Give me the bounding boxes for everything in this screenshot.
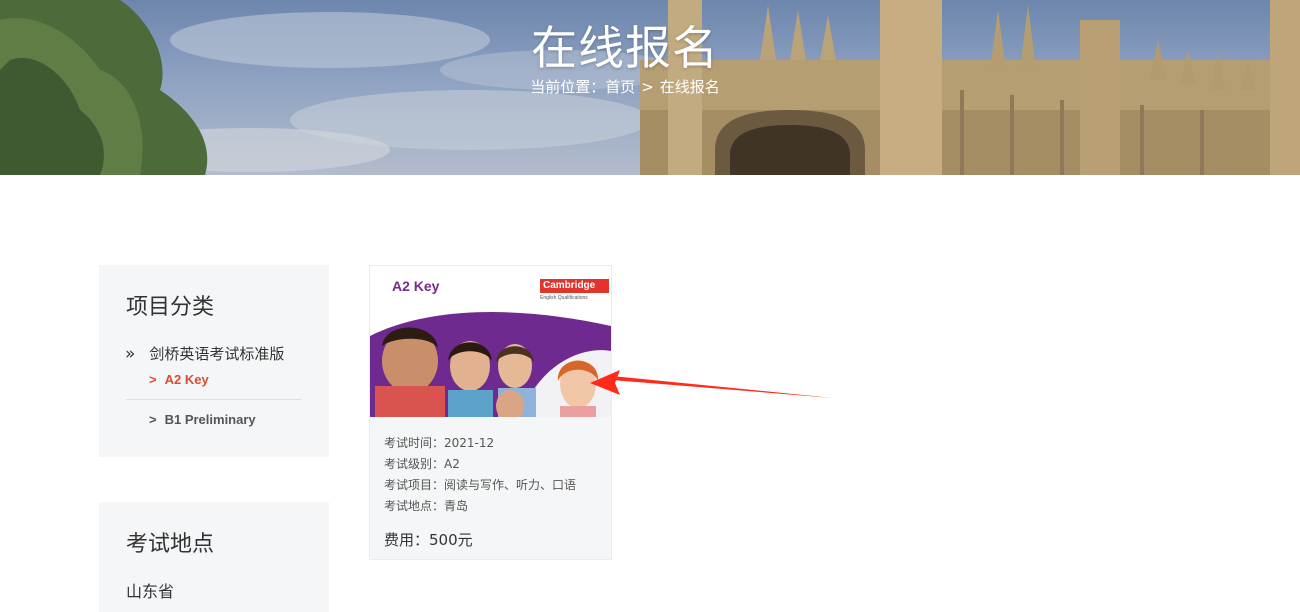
category-panel-title: 项目分类: [126, 295, 215, 320]
info-value: 青岛: [444, 499, 469, 513]
chevron-right-icon: >: [149, 372, 157, 387]
double-chevron-right-icon: »: [125, 343, 136, 364]
exam-card[interactable]: A2 Key Cambridge English Qualifications …: [369, 265, 612, 560]
info-label: 考试项目：: [384, 478, 445, 492]
info-value: A2: [444, 457, 460, 471]
exam-info-list: 考试时间：2021-12 考试级别：A2 考试项目：阅读与写作、听力、口语 考试…: [384, 433, 576, 517]
fee-value: 500元: [429, 531, 473, 549]
category-parent-item[interactable]: » 剑桥英语考试标准版: [125, 343, 284, 364]
info-label: 考试时间：: [384, 436, 445, 450]
category-item-a2-key[interactable]: > A2 Key: [149, 372, 209, 387]
breadcrumb: 当前位置：首页 > 在线报名: [0, 76, 1250, 97]
info-value: 2021-12: [444, 436, 495, 450]
category-panel: 项目分类 » 剑桥英语考试标准版 > A2 Key > B1 Preliminary: [99, 265, 329, 457]
category-item-label: B1 Preliminary: [164, 412, 256, 427]
cover-title: A2 Key: [392, 278, 440, 294]
category-parent-label: 剑桥英语考试标准版: [149, 345, 285, 363]
divider: [126, 399, 301, 400]
cambridge-subtitle: English Qualifications: [540, 295, 588, 301]
breadcrumb-prefix: 当前位置：: [530, 78, 606, 96]
category-item-label: A2 Key: [164, 372, 209, 387]
info-label: 考试地点：: [384, 499, 445, 513]
info-label: 考试级别：: [384, 457, 445, 471]
exam-fee: 费用：500元: [384, 529, 473, 550]
exam-info-row-time: 考试时间：2021-12: [384, 433, 576, 454]
page-title: 在线报名: [531, 21, 719, 75]
exam-info-row-location: 考试地点：青岛: [384, 496, 576, 517]
info-value: 阅读与写作、听力、口语: [444, 478, 577, 492]
breadcrumb-separator: >: [641, 78, 654, 96]
exam-card-image[interactable]: A2 Key Cambridge English Qualifications: [370, 266, 611, 417]
location-panel-title: 考试地点: [126, 532, 215, 557]
page-banner: 在线报名 当前位置：首页 > 在线报名: [0, 0, 1300, 175]
breadcrumb-current: 在线报名: [659, 78, 720, 96]
location-panel: 考试地点 山东省: [99, 502, 329, 612]
location-province-item[interactable]: 山东省: [126, 578, 174, 602]
exam-info-row-level: 考试级别：A2: [384, 454, 576, 475]
fee-label: 费用：: [384, 531, 430, 549]
chevron-right-icon: >: [149, 412, 157, 427]
cambridge-logo: Cambridge English Qualifications: [540, 275, 610, 301]
category-item-b1-preliminary[interactable]: > B1 Preliminary: [149, 412, 256, 427]
exam-info-row-subjects: 考试项目：阅读与写作、听力、口语: [384, 475, 576, 496]
cambridge-tag: Cambridge: [540, 279, 610, 293]
breadcrumb-home-link[interactable]: 首页: [605, 76, 635, 97]
